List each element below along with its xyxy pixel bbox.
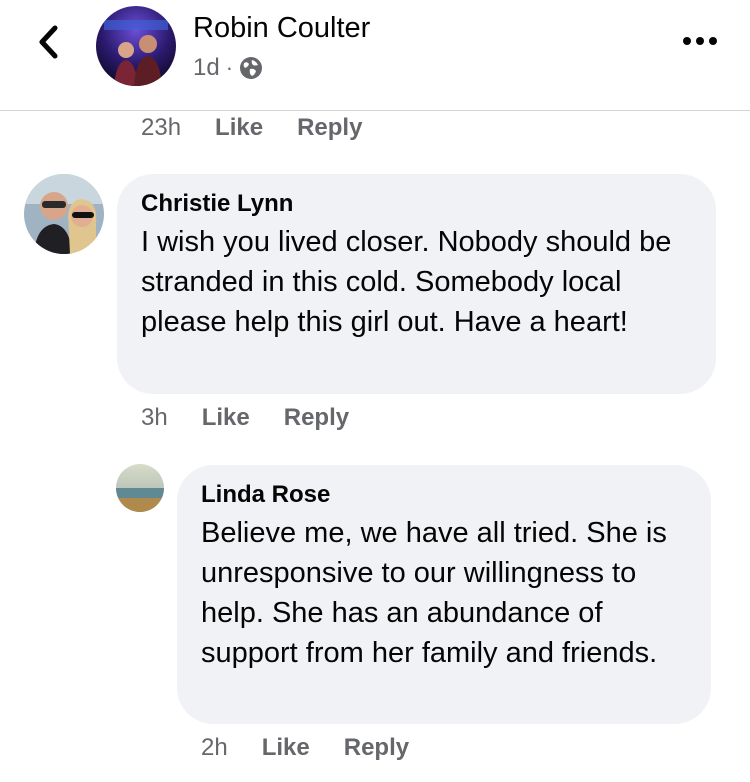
author-avatar[interactable] (96, 6, 176, 86)
comment-time[interactable]: 2h (201, 734, 228, 762)
back-button[interactable] (28, 22, 68, 62)
reply-button[interactable]: Reply (284, 404, 349, 432)
like-button[interactable]: Like (215, 114, 263, 142)
comment-thread-page: Robin Coulter 1d · 23h Like Reply Christ… (0, 0, 750, 782)
more-horizontal-icon (683, 37, 717, 45)
comment-text: I wish you lived closer. Nobody should b… (141, 226, 672, 338)
comment-actions: 3h Like Reply (141, 404, 349, 432)
reply-button[interactable]: Reply (297, 114, 362, 142)
comment-author[interactable]: Christie Lynn (141, 190, 692, 218)
more-options-button[interactable] (680, 26, 720, 56)
chevron-left-icon (39, 25, 58, 59)
globe-icon (240, 57, 263, 79)
post-time[interactable]: 1d (193, 54, 220, 82)
commenter-avatar[interactable] (116, 464, 164, 512)
like-button[interactable]: Like (202, 404, 250, 432)
commenter-avatar[interactable] (24, 174, 104, 254)
comment-bubble[interactable]: Christie Lynn I wish you lived closer. N… (117, 174, 716, 394)
meta-separator: · (225, 55, 234, 80)
comment-time[interactable]: 23h (141, 114, 181, 142)
reply-button[interactable]: Reply (344, 734, 409, 762)
parent-comment-actions: 23h Like Reply (141, 114, 362, 142)
post-header: Robin Coulter 1d · (0, 0, 750, 111)
comment-actions: 2h Like Reply (201, 734, 409, 762)
comment-bubble[interactable]: Linda Rose Believe me, we have all tried… (177, 465, 711, 724)
like-button[interactable]: Like (262, 734, 310, 762)
comment-text: Believe me, we have all tried. She is un… (201, 517, 667, 669)
comment-author[interactable]: Linda Rose (201, 481, 687, 509)
comment-time[interactable]: 3h (141, 404, 168, 432)
author-name[interactable]: Robin Coulter (193, 12, 370, 45)
post-meta: 1d · (193, 54, 263, 82)
